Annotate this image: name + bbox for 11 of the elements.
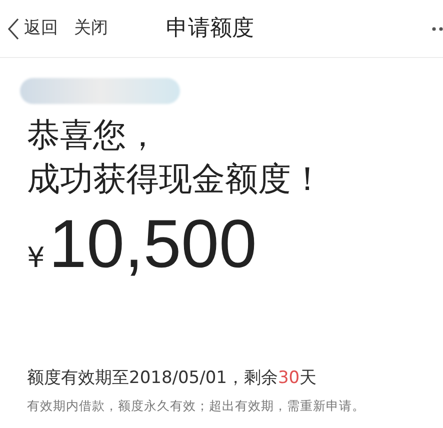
page-title: 申请额度 [166, 15, 254, 43]
amount-text: 10,500 [48, 208, 257, 280]
congrats-text: 成功获得现金额度！ [27, 158, 325, 200]
back-button[interactable]: 返回 [6, 16, 58, 42]
more-icon[interactable] [431, 26, 443, 32]
back-icon [6, 16, 20, 40]
congrats-text: 恭喜您， [27, 114, 160, 156]
close-button[interactable]: 关闭 [74, 16, 108, 42]
currency-symbol: ¥ [27, 240, 45, 276]
validity-note: 有效期内借款，额度永久有效；超出有效期，需重新申请。 [27, 397, 366, 416]
validity-text: 额度有效期至2018/05/01，剩余30天 [27, 366, 318, 390]
